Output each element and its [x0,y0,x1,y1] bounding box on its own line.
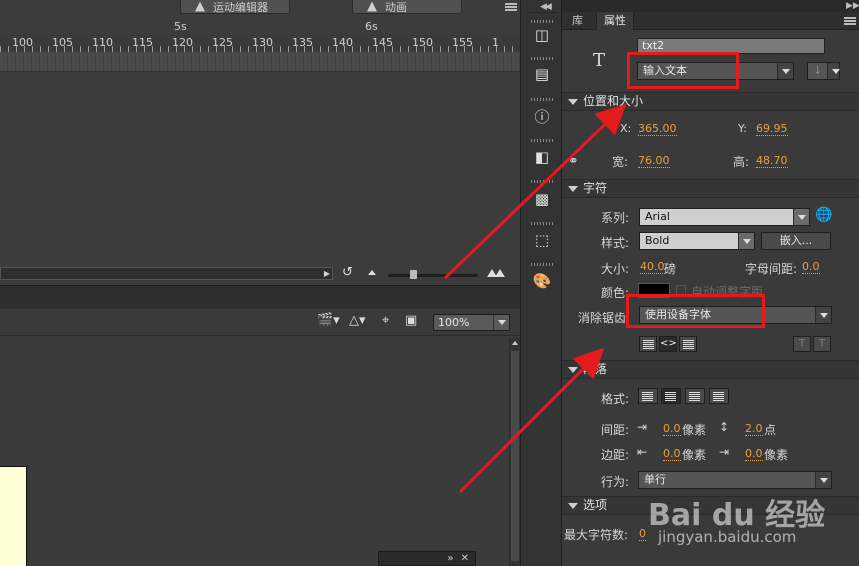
annotation-arrows [443,103,627,494]
annotation-arrow [443,103,627,280]
annotation-arrow [458,347,605,494]
